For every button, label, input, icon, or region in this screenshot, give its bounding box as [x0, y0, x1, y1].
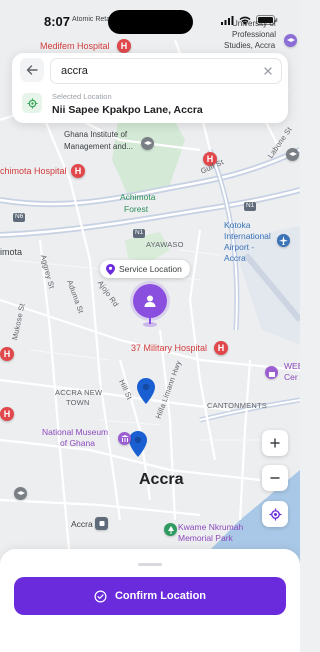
map-label-gima-1: Ghana Institute of [64, 130, 128, 139]
status-bar: 8:07 [0, 0, 300, 36]
map-label-accra-new-town-1: ACCRA NEW [55, 388, 103, 397]
map-label-ayawaso: AYAWASO [146, 240, 184, 249]
museum-icon [118, 432, 131, 445]
location-target-icon [22, 93, 42, 113]
my-location-icon [268, 507, 282, 521]
clear-search-button[interactable] [261, 64, 275, 78]
wifi-icon [239, 16, 251, 25]
selected-location-address: Nii Sapee Kpakpo Lane, Accra [52, 104, 203, 116]
map-label-museum-2: of Ghana [60, 438, 95, 448]
map-label-achimota-forest-2: Forest [124, 204, 149, 214]
school-icon [286, 148, 299, 161]
service-location-marker[interactable] [133, 284, 167, 318]
park-icon [164, 523, 177, 536]
place-pin-icon[interactable] [137, 378, 155, 409]
hospital-icon: H [71, 164, 85, 178]
map-label-gima-2: Management and... [64, 142, 133, 151]
train-icon [95, 517, 108, 530]
service-location-label: Service Location [119, 264, 182, 274]
airport-icon [277, 234, 290, 247]
zoom-in-icon [270, 438, 280, 448]
map-label-accra-city: Accra [139, 471, 184, 488]
school-icon [14, 487, 27, 500]
map-label-web-2: Cer [284, 372, 298, 382]
map-label-university-3: Studies, Accra [224, 41, 276, 50]
map-label-kotoka-4: Accra [224, 253, 246, 263]
map-label-web-1: WEB [284, 361, 300, 371]
map-shield-n1: N1 [244, 202, 257, 211]
back-button[interactable] [20, 58, 44, 82]
hospital-icon: H [214, 341, 228, 355]
service-location-chip: Service Location [100, 260, 190, 278]
map-label-achimota: imota [0, 247, 23, 257]
my-location-button[interactable] [262, 501, 288, 527]
map-label-achimota-forest-1: Achimota [120, 192, 156, 202]
map-label-accra-new-town-2: TOWN [66, 398, 90, 407]
hospital-icon: H [0, 347, 14, 361]
zoom-out-button[interactable] [262, 465, 288, 491]
status-icons [221, 15, 278, 25]
place-pin-icon[interactable] [129, 431, 147, 462]
search-card: Selected Location Nii Sapee Kpakpo Lane,… [12, 53, 288, 123]
map-label-accra: Accra [71, 519, 93, 529]
hospital-icon: H [0, 407, 14, 421]
status-time: 8:07 [44, 14, 71, 29]
check-circle-icon [94, 590, 107, 602]
screen: Atomic Retail Medifem Hospital H Univers… [0, 0, 300, 652]
battery-icon [256, 15, 278, 25]
zoom-in-button[interactable] [262, 430, 288, 456]
map-label-medifem-hospital: Medifem Hospital [40, 41, 110, 51]
map-shield-n6: N6 [13, 213, 26, 222]
confirm-location-button[interactable]: Confirm Location [14, 577, 286, 615]
dynamic-island [108, 10, 193, 34]
person-icon [144, 295, 156, 307]
search-input[interactable] [61, 62, 251, 80]
clear-icon [264, 67, 272, 75]
shopping-icon [265, 366, 278, 379]
confirm-location-label: Confirm Location [114, 590, 207, 602]
back-arrow-icon [26, 65, 38, 75]
pin-icon [106, 263, 115, 275]
map-label-kwame-2: Memorial Park [178, 533, 233, 543]
hospital-icon: H [117, 39, 131, 53]
school-icon [141, 137, 154, 150]
marker-shadow [143, 322, 157, 327]
zoom-out-icon [270, 477, 280, 479]
map-label-museum-1: National Museum [42, 427, 109, 437]
map-label-kotoka-1: Kotoka [224, 220, 251, 230]
map-label-military-hospital: 37 Military Hospital [131, 343, 208, 353]
map-label-achimota-hospital: chimota Hospital [0, 166, 67, 176]
map-shield-n1: N1 [133, 229, 146, 238]
map-label-kotoka-2: International [224, 231, 271, 241]
bottom-sheet: Confirm Location [0, 549, 300, 652]
search-box [50, 58, 282, 84]
map-label-cantonments: CANTONMENTS [207, 401, 267, 410]
signal-icon [221, 15, 234, 25]
sheet-handle[interactable] [138, 563, 162, 566]
selected-location-caption: Selected Location [52, 92, 112, 101]
map-label-kotoka-3: Airport - [224, 242, 255, 252]
map-label-kwame-1: Kwame Nkrumah [178, 522, 244, 532]
selected-location-row[interactable]: Selected Location Nii Sapee Kpakpo Lane,… [20, 89, 280, 119]
